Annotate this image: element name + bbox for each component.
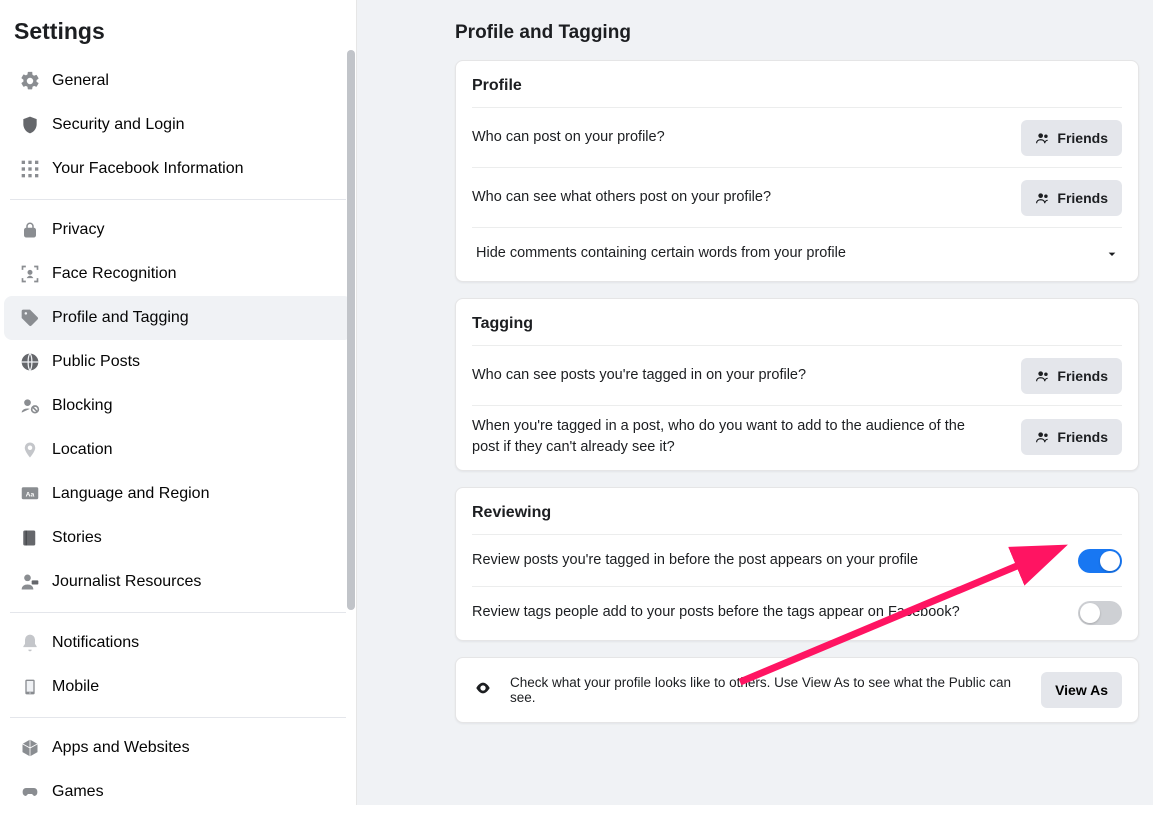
row-add-audience[interactable]: When you're tagged in a post, who do you…: [472, 405, 1122, 468]
book-icon: [12, 520, 48, 556]
row-hide-comments[interactable]: Hide comments containing certain words f…: [472, 227, 1122, 279]
sidebar-item-label: Apps and Websites: [52, 739, 190, 757]
page-title: Profile and Tagging: [455, 16, 1139, 60]
sidebar-item-label: Mobile: [52, 678, 99, 696]
row-see-tagged[interactable]: Who can see posts you're tagged in on yo…: [472, 345, 1122, 405]
shield-icon: [12, 107, 48, 143]
sidebar-item-label: Journalist Resources: [52, 573, 201, 591]
sidebar-item-label: Stories: [52, 529, 102, 547]
sidebar-item-general[interactable]: General: [4, 59, 352, 103]
card-title: Tagging: [472, 301, 1122, 345]
sidebar-item-profiletagging[interactable]: Profile and Tagging: [4, 296, 352, 340]
sidebar-divider: [10, 612, 346, 613]
sidebar-group-1: Privacy Face Recognition Profile and Tag…: [0, 208, 356, 604]
sidebar-item-label: Face Recognition: [52, 265, 177, 283]
toggle-review-posts[interactable]: [1078, 549, 1122, 573]
profile-card: Profile Who can post on your profile? Fr…: [455, 60, 1139, 282]
reviewing-card: Reviewing Review posts you're tagged in …: [455, 487, 1139, 641]
gear-icon: [12, 63, 48, 99]
sidebar-item-blocking[interactable]: Blocking: [4, 384, 352, 428]
sidebar-item-facerecognition[interactable]: Face Recognition: [4, 252, 352, 296]
friends-icon: [1035, 369, 1051, 383]
sidebar-item-notifications[interactable]: Notifications: [4, 621, 352, 665]
user-block-icon: [12, 388, 48, 424]
button-label: Friends: [1057, 190, 1108, 206]
grid-icon: [12, 151, 48, 187]
eye-icon: [472, 680, 494, 701]
sidebar-item-apps[interactable]: Apps and Websites: [4, 726, 352, 770]
sidebar-item-fbinfo[interactable]: Your Facebook Information: [4, 147, 352, 191]
sidebar-item-label: Security and Login: [52, 116, 185, 134]
settings-sidebar: Settings General Security and Login Your…: [0, 0, 356, 805]
button-label: Friends: [1057, 429, 1108, 445]
viewas-text: Check what your profile looks like to ot…: [510, 675, 1025, 705]
friends-button[interactable]: Friends: [1021, 419, 1122, 455]
button-label: Friends: [1057, 368, 1108, 384]
sidebar-item-label: Profile and Tagging: [52, 309, 189, 327]
sidebar-title: Settings: [0, 6, 356, 59]
viewas-button[interactable]: View As: [1041, 672, 1122, 708]
sidebar-group-0: General Security and Login Your Facebook…: [0, 59, 356, 191]
sidebar-item-label: Public Posts: [52, 353, 140, 371]
bell-icon: [12, 625, 48, 661]
sidebar-item-mobile[interactable]: Mobile: [4, 665, 352, 709]
row-label: Who can see what others post on your pro…: [472, 187, 771, 208]
sidebar-item-label: General: [52, 72, 109, 90]
sidebar-item-privacy[interactable]: Privacy: [4, 208, 352, 252]
card-title: Profile: [472, 63, 1122, 107]
toggle-review-tags[interactable]: [1078, 601, 1122, 625]
row-who-can-post[interactable]: Who can post on your profile? Friends: [472, 107, 1122, 167]
friends-button[interactable]: Friends: [1021, 180, 1122, 216]
sidebar-item-games[interactable]: Games: [4, 770, 352, 814]
sidebar-item-label: Blocking: [52, 397, 112, 415]
sidebar-item-label: Notifications: [52, 634, 139, 652]
sidebar-divider: [10, 199, 346, 200]
phone-icon: [12, 669, 48, 705]
press-icon: [12, 564, 48, 600]
friends-icon: [1035, 430, 1051, 444]
sidebar-item-label: Privacy: [52, 221, 104, 239]
language-icon: Aa: [12, 476, 48, 512]
row-who-can-see-others[interactable]: Who can see what others post on your pro…: [472, 167, 1122, 227]
sidebar-item-publicposts[interactable]: Public Posts: [4, 340, 352, 384]
friends-icon: [1035, 191, 1051, 205]
sidebar-scrollbar[interactable]: [346, 50, 356, 610]
sidebar-group-2: Notifications Mobile: [0, 621, 356, 709]
row-label: Who can post on your profile?: [472, 127, 665, 148]
row-label: Hide comments containing certain words f…: [472, 243, 846, 264]
row-label: Review posts you're tagged in before the…: [472, 550, 918, 571]
row-label: Who can see posts you're tagged in on yo…: [472, 365, 806, 386]
friends-button[interactable]: Friends: [1021, 358, 1122, 394]
button-label: Friends: [1057, 130, 1108, 146]
chevron-down-icon: [1102, 244, 1122, 264]
globe-icon: [12, 344, 48, 380]
sidebar-item-label: Language and Region: [52, 485, 209, 503]
sidebar-item-journalist[interactable]: Journalist Resources: [4, 560, 352, 604]
sidebar-item-location[interactable]: Location: [4, 428, 352, 472]
pin-icon: [12, 432, 48, 468]
sidebar-item-security[interactable]: Security and Login: [4, 103, 352, 147]
cube-icon: [12, 730, 48, 766]
row-label: Review tags people add to your posts bef…: [472, 602, 960, 623]
main-content: Profile and Tagging Profile Who can post…: [356, 0, 1153, 805]
tag-icon: [12, 300, 48, 336]
sidebar-item-label: Games: [52, 783, 104, 801]
viewas-card: Check what your profile looks like to ot…: [455, 657, 1139, 723]
tagging-card: Tagging Who can see posts you're tagged …: [455, 298, 1139, 471]
row-label: When you're tagged in a post, who do you…: [472, 416, 992, 458]
sidebar-item-language[interactable]: Aa Language and Region: [4, 472, 352, 516]
row-review-posts[interactable]: Review posts you're tagged in before the…: [472, 534, 1122, 586]
sidebar-group-3: Apps and Websites Games: [0, 726, 356, 814]
friends-icon: [1035, 131, 1051, 145]
sidebar-divider: [10, 717, 346, 718]
face-scan-icon: [12, 256, 48, 292]
svg-text:Aa: Aa: [26, 491, 35, 498]
friends-button[interactable]: Friends: [1021, 120, 1122, 156]
sidebar-item-label: Your Facebook Information: [52, 160, 244, 178]
row-review-tags[interactable]: Review tags people add to your posts bef…: [472, 586, 1122, 638]
sidebar-item-label: Location: [52, 441, 113, 459]
card-title: Reviewing: [472, 490, 1122, 534]
lock-icon: [12, 212, 48, 248]
sidebar-item-stories[interactable]: Stories: [4, 516, 352, 560]
